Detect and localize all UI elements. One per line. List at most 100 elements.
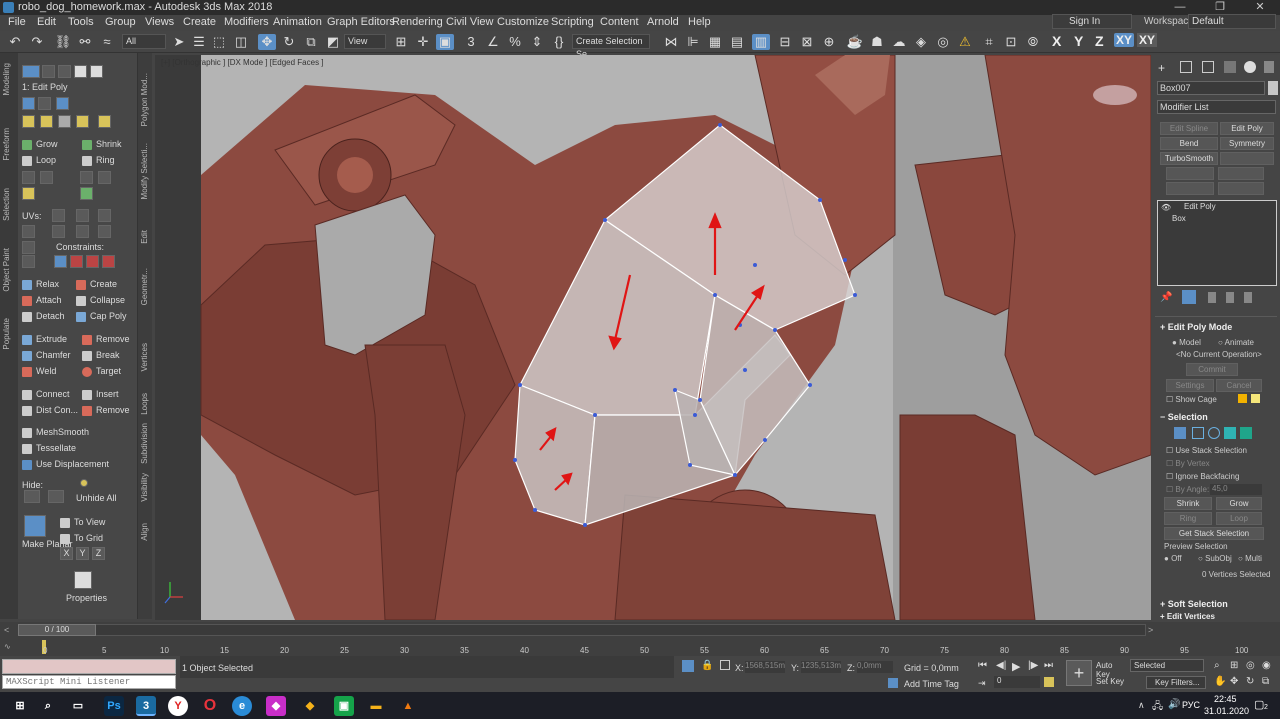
cap-poly-button[interactable]: Cap Poly <box>76 311 127 323</box>
make-unique-icon[interactable] <box>1208 292 1216 303</box>
pan-icon[interactable]: ✥ <box>1230 676 1238 687</box>
cut-button[interactable] <box>58 115 71 128</box>
axis-x-button[interactable]: X <box>1052 33 1061 49</box>
uv-button-5[interactable] <box>52 225 65 238</box>
prev-frame-icon[interactable]: ◀| <box>996 660 1006 671</box>
menu-content[interactable]: Content <box>600 16 639 28</box>
make-planar-icon[interactable] <box>24 515 46 537</box>
uv-button-4[interactable] <box>22 225 35 238</box>
fov-icon[interactable]: ✋ <box>1214 676 1226 687</box>
border-mode-button[interactable] <box>58 65 71 78</box>
vlc-icon[interactable]: ▲ <box>398 696 418 716</box>
quickslice-button[interactable] <box>40 115 53 128</box>
menu-animation[interactable]: Animation <box>273 16 322 28</box>
create-tab-icon[interactable]: + <box>1158 61 1165 75</box>
viewport-label[interactable]: [+] [Orthographic ] [DX Mode ] [Edged Fa… <box>161 58 324 67</box>
empty-modifier-button-2[interactable] <box>1166 167 1214 180</box>
set-key-big-icon[interactable]: + <box>1066 660 1092 686</box>
border-subobj-icon[interactable] <box>1208 427 1220 439</box>
tab-object-paint[interactable]: Object Paint <box>2 248 11 292</box>
timeline[interactable]: < 0 / 100 > ∿ 0 5 10 15 20 25 30 35 40 4… <box>0 622 1280 656</box>
soft-selection-header[interactable]: + Soft Selection <box>1160 599 1228 612</box>
planar-y-button[interactable]: Y <box>76 547 89 560</box>
eye-icon[interactable]: 👁 <box>1161 203 1171 212</box>
z-coordinate-field[interactable]: 0,0mm <box>857 661 893 673</box>
tessellate-button[interactable]: Tessellate <box>22 443 76 455</box>
time-slider-thumb[interactable]: 0 / 100 <box>18 624 96 636</box>
ring-sel-button[interactable]: Ring <box>1164 512 1212 525</box>
app-icon-2[interactable]: ◆ <box>300 696 320 716</box>
use-stack-selection-checkbox[interactable]: ☐ Use Stack Selection <box>1166 446 1247 455</box>
frame-ruler[interactable]: 0 5 10 15 20 25 30 35 40 45 50 55 60 65 … <box>42 638 1248 656</box>
rect-selection-icon[interactable]: ⬚ <box>210 34 228 50</box>
empty-modifier-button-4[interactable] <box>1166 182 1214 195</box>
select-manipulate-icon[interactable]: ✛ <box>414 34 432 50</box>
select-open-button[interactable] <box>22 187 35 200</box>
loop-mode-1-button[interactable] <box>22 171 35 184</box>
hide-unselected-button[interactable] <box>48 490 64 503</box>
play-icon[interactable]: ▶ <box>1012 660 1020 673</box>
tab-vertices[interactable]: Vertices <box>140 343 149 371</box>
ignore-backfacing-checkbox[interactable]: ☐ Ignore Backfacing <box>1166 472 1239 481</box>
align-icon[interactable]: ⊫ <box>684 34 702 50</box>
tab-modeling[interactable]: Modeling <box>2 63 11 95</box>
tab-selection[interactable]: Selection <box>2 188 11 221</box>
modifier-list-dropdown[interactable]: Modifier List <box>1157 100 1276 114</box>
ring-button[interactable]: Ring <box>82 155 115 167</box>
key-mode-icon[interactable]: ⇥ <box>978 678 986 689</box>
viewport-orthographic[interactable] <box>155 55 1151 620</box>
grow-button[interactable]: Grow <box>22 139 58 151</box>
windows-start-icon[interactable]: ⊞ <box>10 696 30 716</box>
signin-dropdown[interactable]: Sign In <box>1052 14 1132 29</box>
3dsmax-taskbar-icon[interactable]: 3 <box>136 696 156 716</box>
select-object-icon[interactable]: ➤ <box>170 34 188 50</box>
lock-selection-icon[interactable]: 🔒 <box>701 660 713 671</box>
tab-align[interactable]: Align <box>140 523 149 541</box>
settings-button[interactable]: Settings <box>1166 379 1214 392</box>
orbit-icon[interactable]: ↻ <box>1246 676 1254 687</box>
break-button[interactable]: Break <box>82 350 120 362</box>
tray-chevron-icon[interactable]: ∧ <box>1138 700 1145 711</box>
clock-date[interactable]: 31.01.2020 <box>1204 706 1249 716</box>
connect-button[interactable]: Connect <box>22 389 70 401</box>
zoom-all-icon[interactable]: ⊞ <box>1230 660 1238 671</box>
arnold-render-icon[interactable]: ⊡ <box>1002 34 1020 50</box>
relax-button[interactable]: Relax <box>22 279 59 291</box>
properties-icon[interactable] <box>74 571 92 589</box>
curve-editor-icon[interactable]: ⊟ <box>776 34 794 50</box>
cancel-button[interactable]: Cancel <box>1216 379 1262 392</box>
polygon-subobj-icon[interactable] <box>1224 427 1236 439</box>
notification-icon[interactable]: ▢ <box>1254 698 1264 711</box>
menu-edit[interactable]: Edit <box>37 16 56 28</box>
menu-modifiers[interactable]: Modifiers <box>224 16 269 28</box>
photoshop-icon[interactable]: Ps <box>104 696 124 716</box>
uv-button-2[interactable] <box>76 209 89 222</box>
yandex-browser-icon[interactable]: Y <box>168 696 188 716</box>
grow-sel-button[interactable]: Grow <box>1216 497 1262 510</box>
percent-snap-icon[interactable]: % <box>506 34 524 50</box>
schematic-view-icon[interactable]: ⊠ <box>798 34 816 50</box>
layer-explorer-icon[interactable]: ▤ <box>728 34 746 50</box>
constraint-none-button[interactable] <box>54 255 67 268</box>
pin-stack-button[interactable] <box>98 115 111 128</box>
menu-customize[interactable]: Customize <box>497 16 549 28</box>
uv-button-1[interactable] <box>52 209 65 222</box>
clock-time[interactable]: 22:45 <box>1214 694 1237 704</box>
planar-x-button[interactable]: X <box>60 547 73 560</box>
edge-subobj-icon[interactable] <box>1192 427 1204 439</box>
uv-button-7[interactable] <box>98 225 111 238</box>
preview-off-radio[interactable]: ● Off <box>1164 554 1182 563</box>
bend-button[interactable]: Bend <box>1160 137 1218 150</box>
keyboard-shortcut-override-icon[interactable]: ▣ <box>436 34 454 50</box>
show-end-result-icon[interactable] <box>1182 290 1196 304</box>
menu-tools[interactable]: Tools <box>68 16 94 28</box>
placement-icon[interactable]: ◩ <box>324 34 342 50</box>
edit-named-selection-icon[interactable]: {} <box>550 34 568 50</box>
select-by-angle-button[interactable] <box>80 187 93 200</box>
stack-item-box[interactable]: Box <box>1158 214 1186 223</box>
shrink-button[interactable]: Shrink <box>82 139 122 151</box>
tab-polygon-modeling[interactable]: Polygon Mod... <box>140 73 149 126</box>
spinner-snap-icon[interactable]: ⇕ <box>528 34 546 50</box>
motion-tab-icon[interactable] <box>1224 61 1236 73</box>
turbosmooth-button[interactable]: TurboSmooth <box>1160 152 1218 165</box>
